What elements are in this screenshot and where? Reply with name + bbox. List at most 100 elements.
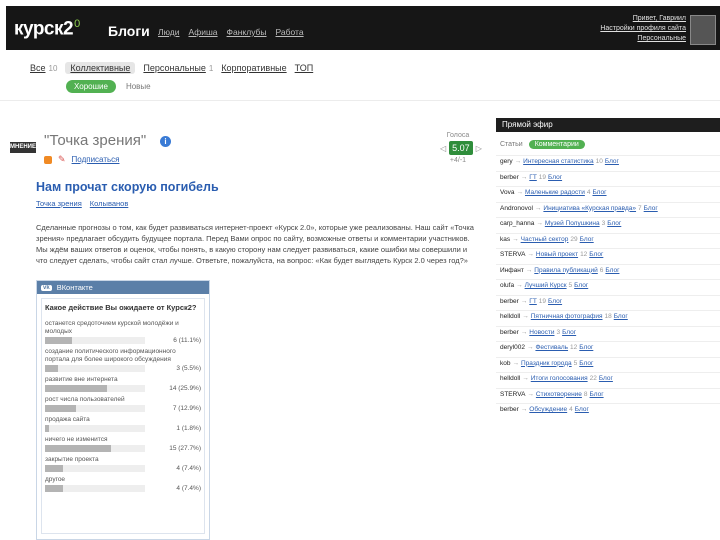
poll-option[interactable]: останется средоточием курской молодёжи и… (45, 320, 201, 344)
blog-logo[interactable]: МНЕНИЕ (10, 142, 36, 153)
feed-item-blog-link[interactable]: Блог (579, 360, 593, 367)
rating-count: +4/-1 (449, 157, 467, 164)
tab-corporate[interactable]: Корпоративные (221, 63, 286, 73)
feed-item-post-link[interactable]: Новости (529, 329, 554, 336)
poll-option[interactable]: ничего не изменится 15 (27.7%) (45, 436, 201, 452)
tab-top[interactable]: ТОП (295, 63, 314, 73)
feed-item-blog-link[interactable]: Блог (548, 298, 562, 305)
filter-good-button[interactable]: Хорошие (66, 80, 116, 93)
feed-item-post-link[interactable]: Правила публикаций (534, 267, 597, 274)
feed-item-author[interactable]: kas (500, 236, 510, 243)
filter-new-button[interactable]: Новые (126, 82, 151, 91)
rating-value: 5.07 (449, 141, 473, 155)
nav-link-jobs[interactable]: Работа (276, 27, 304, 37)
feed-item-author[interactable]: STERVA (500, 391, 525, 398)
feed-item-post-link[interactable]: Музей Полушкина (545, 220, 600, 227)
feed-item-post-link[interactable]: Лучший Курск (525, 282, 567, 289)
poll-option[interactable]: закрытие проекта 4 (7.4%) (45, 456, 201, 472)
tab-comments[interactable]: Комментарии (528, 140, 585, 149)
feed-item-blog-link[interactable]: Блог (607, 220, 621, 227)
feed-item-blog-link[interactable]: Блог (605, 267, 619, 274)
nav-link-fanclubs[interactable]: Фанклубы (227, 27, 267, 37)
poll-option-bar (45, 405, 76, 412)
feed-item-author[interactable]: Andronovol (500, 205, 533, 212)
feed-item-author[interactable]: olufa (500, 282, 514, 289)
post-blog-link[interactable]: Точка зрения (36, 199, 82, 208)
feed-item-blog-link[interactable]: Блог (590, 391, 604, 398)
feed-item-blog-link[interactable]: Блог (575, 406, 589, 413)
vote-up-icon[interactable]: ▷ (476, 144, 482, 153)
personal-link[interactable]: Персональные (556, 34, 686, 44)
poll-option[interactable]: продажа сайта 1 (1.8%) (45, 416, 201, 432)
tab-personal[interactable]: Персональные (143, 63, 205, 73)
feed-item-blog-link[interactable]: Блог (579, 344, 593, 351)
feed-item-blog-link[interactable]: Блог (644, 205, 658, 212)
feed-item-comment-count: 4 (569, 406, 573, 413)
feed-item-comment-count: 18 (604, 313, 612, 320)
feed-item-post-link[interactable]: Интересная статистика (523, 158, 593, 165)
feed-item-post-link[interactable]: Итоги голосования (531, 375, 588, 382)
tab-articles[interactable]: Статьи (500, 141, 523, 148)
feed-item-post-link[interactable]: Обсуждение (529, 406, 567, 413)
feed-item-author[interactable]: gery (500, 158, 513, 165)
feed-item-post-link[interactable]: Пятничная фотография (531, 313, 603, 320)
feed-item-blog-link[interactable]: Блог (548, 174, 562, 181)
tab-collective[interactable]: Коллективные (65, 62, 136, 74)
avatar[interactable] (690, 15, 716, 45)
feed-item-author[interactable]: Vova (500, 189, 514, 196)
feed-item-author[interactable]: berber (500, 406, 519, 413)
live-feed-item: helldoll → Пятничная фотография 18 Блог (496, 310, 720, 326)
feed-item-post-link[interactable]: Стихотворение (536, 391, 582, 398)
feed-item-blog-link[interactable]: Блог (605, 158, 619, 165)
nav-link-events[interactable]: Афиша (188, 27, 217, 37)
feed-item-post-link[interactable]: Новый проект (536, 251, 578, 258)
feed-item-comment-count: 3 (601, 220, 606, 227)
feed-item-author[interactable]: kob (500, 360, 510, 367)
feed-item-post-link[interactable]: ГТ (529, 298, 537, 305)
divider (0, 100, 720, 101)
user-greeting-link[interactable]: Привет, Гавриил (556, 14, 686, 24)
feed-item-blog-link[interactable]: Блог (614, 313, 628, 320)
poll-option[interactable]: развитие вне интернета 14 (25.9%) (45, 376, 201, 392)
feed-item-blog-link[interactable]: Блог (574, 282, 588, 289)
poll-option[interactable]: рост числа пользователей 7 (12.9%) (45, 396, 201, 412)
blog-name[interactable]: "Точка зрения" (44, 132, 146, 149)
feed-item-blog-link[interactable]: Блог (592, 189, 606, 196)
feed-item-post-link[interactable]: Частный сектор (521, 236, 569, 243)
poll-option[interactable]: другое 4 (7.4%) (45, 476, 201, 492)
feed-item-author[interactable]: berber (500, 298, 519, 305)
feed-item-post-link[interactable]: Инициатива «Курская правда» (543, 205, 636, 212)
feed-item-blog-link[interactable]: Блог (589, 251, 603, 258)
rating-label: Голоса (446, 132, 470, 139)
feed-item-post-link[interactable]: Маленькие радости (525, 189, 585, 196)
site-logo[interactable]: курск20 (14, 18, 80, 40)
subscribe-link[interactable]: Подписаться (72, 155, 120, 164)
feed-item-author[interactable]: Инфант (500, 267, 524, 274)
tab-all[interactable]: Все (30, 63, 46, 73)
post-author-link[interactable]: Колыванов (90, 199, 129, 208)
profile-settings-link[interactable]: Настройки профиля сайта (556, 24, 686, 34)
feed-item-post-link[interactable]: Фестиваль (535, 344, 568, 351)
feed-item-blog-link[interactable]: Блог (599, 375, 613, 382)
feed-item-author[interactable]: helldoll (500, 313, 520, 320)
feed-item-author[interactable]: STERVA (500, 251, 525, 258)
poll-option[interactable]: создание политического информационного п… (45, 348, 201, 372)
feed-item-comment-count: 12 (570, 344, 578, 351)
section-title[interactable]: Блоги (108, 23, 150, 39)
feed-item-post-link[interactable]: ГТ (529, 174, 537, 181)
feed-item-author[interactable]: helldoll (500, 375, 520, 382)
blog-subscribe-row: ✎ Подписаться (44, 154, 119, 165)
post-title[interactable]: Нам прочат скорую погибель (36, 180, 219, 194)
feed-item-author[interactable]: berber (500, 329, 519, 336)
rss-icon[interactable] (44, 155, 52, 164)
feed-item-blog-link[interactable]: Блог (562, 329, 576, 336)
feed-item-author[interactable]: berber (500, 174, 519, 181)
feed-item-author[interactable]: carp_hanna (500, 220, 534, 227)
nav-link-people[interactable]: Люди (158, 27, 179, 37)
feed-item-post-link[interactable]: Праздник города (521, 360, 572, 367)
feed-item-blog-link[interactable]: Блог (580, 236, 594, 243)
feed-item-comment-count: 7 (638, 204, 642, 212)
feed-item-author[interactable]: deryl002 (500, 344, 525, 351)
vote-down-icon[interactable]: ◁ (440, 144, 446, 153)
info-icon[interactable]: i (160, 136, 171, 147)
